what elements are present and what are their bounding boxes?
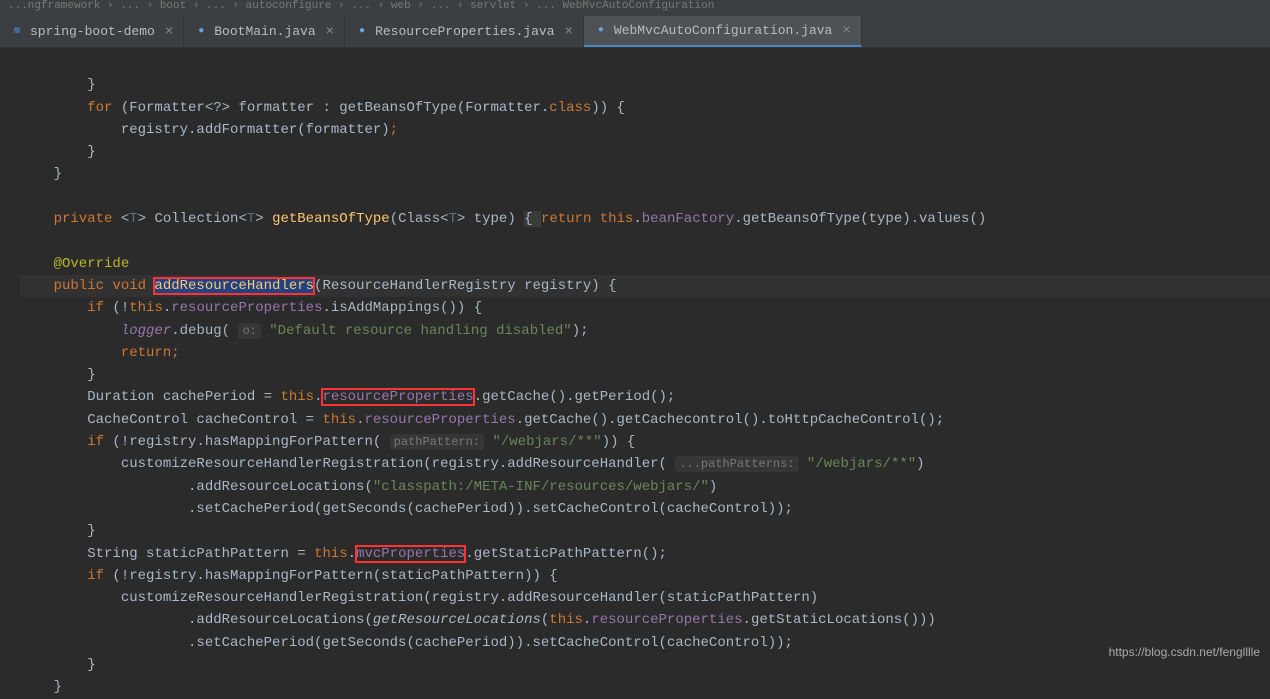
module-icon: m [10,25,24,39]
close-icon[interactable]: × [165,24,173,40]
watermark: https://blog.csdn.net/fenglllle [1109,645,1260,659]
tab-label: BootMain.java [214,24,315,39]
tab-spring-boot-demo[interactable]: m spring-boot-demo × [0,16,184,47]
close-icon[interactable]: × [326,24,334,40]
tab-label: WebMvcAutoConfiguration.java [614,23,832,38]
method-addresourcehandlers: addResourceHandlers [154,278,314,294]
close-icon[interactable]: × [842,23,850,39]
editor-tabs: m spring-boot-demo × ● BootMain.java × ●… [0,16,1270,48]
code-editor[interactable]: } for (Formatter<?> formatter : getBeans… [0,48,1270,699]
close-icon[interactable]: × [565,24,573,40]
field-resourceproperties: resourceProperties [322,389,473,405]
java-class-icon: ● [194,25,208,39]
field-mvcproperties: mvcProperties [356,546,465,562]
java-class-icon: ● [355,25,369,39]
tab-webmvcautoconfiguration[interactable]: ● WebMvcAutoConfiguration.java × [584,16,862,47]
tab-label: spring-boot-demo [30,24,155,39]
tab-label: ResourceProperties.java [375,24,554,39]
tab-bootmain[interactable]: ● BootMain.java × [184,16,345,47]
tab-resourceproperties[interactable]: ● ResourceProperties.java × [345,16,584,47]
breadcrumb: ...ngframework › ... › boot › ... › auto… [0,0,1270,16]
java-class-icon: ● [594,24,608,38]
